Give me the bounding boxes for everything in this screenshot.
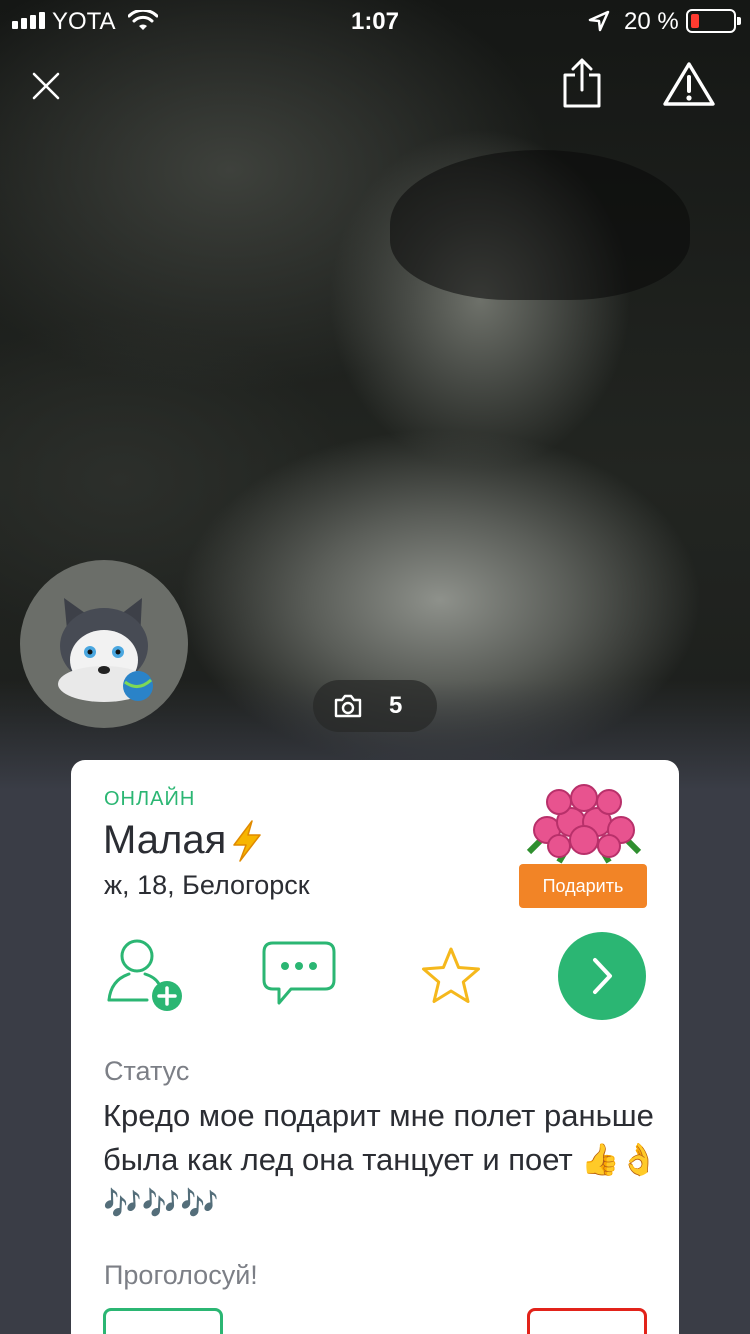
share-icon [563, 58, 601, 108]
lightning-icon [230, 819, 264, 863]
close-icon [32, 72, 60, 100]
camera-icon [334, 694, 362, 718]
photo-count: 5 [389, 692, 403, 719]
profile-card: ОНЛАЙН Малая ж, 18, Белогорск Подарить С… [71, 760, 679, 1334]
message-icon [262, 941, 336, 1005]
husky-puppy-avatar-image [58, 598, 153, 702]
add-friend-icon [107, 939, 182, 1011]
action-row [71, 928, 679, 1024]
close-button[interactable] [22, 62, 70, 110]
location-arrow-icon [588, 10, 610, 37]
report-button[interactable] [660, 58, 718, 110]
warning-icon [663, 62, 715, 106]
profile-name: Малая [103, 818, 227, 862]
avatar[interactable] [20, 560, 188, 728]
status-bar: YOTA 1:07 20 % [0, 0, 750, 40]
vote-like-button[interactable] [103, 1308, 223, 1334]
vote-label: Проголосуй! [104, 1260, 258, 1290]
battery-icon [686, 9, 741, 33]
profile-name-row: Малая [103, 818, 264, 863]
profile-details: ж, 18, Белогорск [104, 870, 310, 900]
battery-percent: 20 % [624, 8, 679, 35]
message-button[interactable] [261, 940, 337, 1008]
gift-button[interactable]: Подарить [519, 864, 647, 908]
rose-bouquet-gift-image[interactable] [519, 782, 649, 868]
next-profile-button[interactable] [558, 932, 646, 1020]
favorite-button[interactable] [419, 944, 483, 1006]
vote-dislike-button[interactable] [527, 1308, 647, 1334]
chevron-right-icon [593, 958, 612, 994]
photo-shadow [390, 150, 690, 300]
add-friend-button[interactable] [103, 936, 187, 1016]
photo-counter[interactable]: 5 [313, 680, 437, 732]
online-status: ОНЛАЙН [104, 788, 196, 810]
status-text: Кредо мое подарит мне полет раньше была … [103, 1098, 659, 1221]
star-icon [422, 947, 480, 1003]
status-label: Статус [104, 1056, 190, 1086]
share-button[interactable] [556, 54, 608, 112]
